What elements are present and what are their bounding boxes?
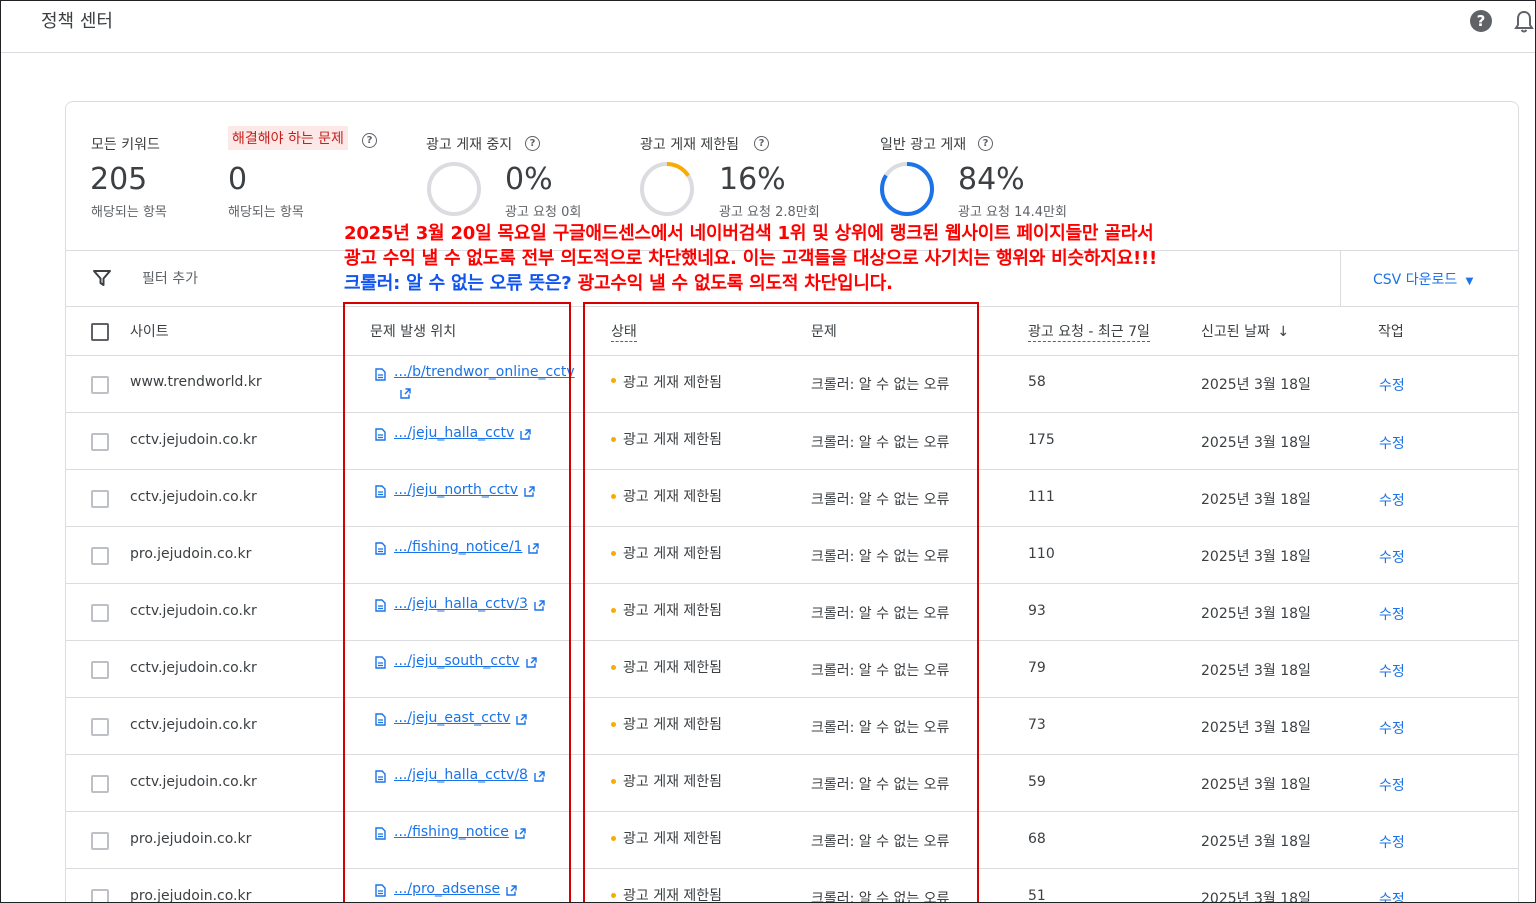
stopped-donut xyxy=(427,162,481,216)
site-cell: cctv.jejudoin.co.kr xyxy=(130,489,257,505)
row-checkbox[interactable] xyxy=(91,775,109,793)
help-icon[interactable]: ? xyxy=(1470,10,1492,32)
requests-cell: 51 xyxy=(1028,888,1046,903)
reported-date-cell: 2025년 3월 18일 xyxy=(1201,834,1311,850)
column-header-action: 작업 xyxy=(1378,324,1404,340)
requests-cell: 58 xyxy=(1028,374,1046,390)
caret-down-icon: ▼ xyxy=(1465,276,1474,287)
help-circle-icon[interactable]: ? xyxy=(978,136,993,151)
highlight-box-location xyxy=(343,302,571,902)
csv-download-label: CSV 다운로드 xyxy=(1373,272,1458,288)
row-checkbox[interactable] xyxy=(91,661,109,679)
help-circle-icon[interactable]: ? xyxy=(362,133,377,148)
requests-cell: 110 xyxy=(1028,546,1055,562)
select-all-checkbox[interactable] xyxy=(91,323,109,341)
limited-sub: 광고 요청 2.8만회 xyxy=(719,205,820,220)
row-checkbox[interactable] xyxy=(91,433,109,451)
reported-date-cell: 2025년 3월 18일 xyxy=(1201,549,1311,565)
reported-date-cell: 2025년 3월 18일 xyxy=(1201,492,1311,508)
fix-link[interactable]: 수정 xyxy=(1379,375,1405,395)
site-cell: pro.jejudoin.co.kr xyxy=(130,888,252,903)
app-frame: 정책 센터 ? 모든 키워드 205 해당되는 항목 해결해야 하는 문제 ? … xyxy=(0,0,1536,903)
site-cell: cctv.jejudoin.co.kr xyxy=(130,774,257,790)
annotation-question: 크롤러: 알 수 없는 오류 뜻은? xyxy=(344,273,572,294)
row-checkbox[interactable] xyxy=(91,376,109,394)
reported-date-cell: 2025년 3월 18일 xyxy=(1201,377,1311,393)
fix-link[interactable]: 수정 xyxy=(1379,775,1405,795)
requests-cell: 73 xyxy=(1028,717,1046,733)
requests-cell: 175 xyxy=(1028,432,1055,448)
requests-cell: 59 xyxy=(1028,774,1046,790)
reported-date-cell: 2025년 3월 18일 xyxy=(1201,777,1311,793)
site-cell: pro.jejudoin.co.kr xyxy=(130,546,252,562)
reported-date-cell: 2025년 3월 18일 xyxy=(1201,891,1311,903)
all-keywords-label: 모든 키워드 xyxy=(91,137,160,153)
fix-link[interactable]: 수정 xyxy=(1379,661,1405,681)
divider xyxy=(1340,250,1341,306)
fix-link[interactable]: 수정 xyxy=(1379,889,1405,902)
annotation-line-3: 크롤러: 알 수 없는 오류 뜻은? 광고수익 낼 수 없도록 의도적 차단입니… xyxy=(344,273,893,295)
filter-icon[interactable] xyxy=(92,269,112,287)
reported-date-cell: 2025년 3월 18일 xyxy=(1201,663,1311,679)
requests-cell: 68 xyxy=(1028,831,1046,847)
issues-sub: 해당되는 항목 xyxy=(228,205,304,220)
annotation-line-2: 광고 수익 낼 수 없도록 전부 의도적으로 차단했네요. 이는 고객들을 대상… xyxy=(344,248,1158,269)
site-cell: www.trendworld.kr xyxy=(130,374,262,390)
all-keywords-sub: 해당되는 항목 xyxy=(91,205,167,220)
limited-donut xyxy=(640,162,694,216)
site-cell: cctv.jejudoin.co.kr xyxy=(130,660,257,676)
limited-percent: 16% xyxy=(719,162,786,197)
site-cell: cctv.jejudoin.co.kr xyxy=(130,603,257,619)
add-filter-button[interactable]: 필터 추가 xyxy=(142,268,198,288)
stopped-sub: 광고 요청 0회 xyxy=(505,205,582,220)
page-title: 정책 센터 xyxy=(41,11,113,32)
reported-date-cell: 2025년 3월 18일 xyxy=(1201,606,1311,622)
row-checkbox[interactable] xyxy=(91,604,109,622)
requests-cell: 93 xyxy=(1028,603,1046,619)
reported-header-label: 신고된 날짜 xyxy=(1201,324,1270,340)
top-bar: 정책 센터 ? xyxy=(1,1,1535,53)
stopped-percent: 0% xyxy=(505,162,553,197)
fix-link[interactable]: 수정 xyxy=(1379,718,1405,738)
fix-link[interactable]: 수정 xyxy=(1379,490,1405,510)
issues-value: 0 xyxy=(228,162,248,197)
csv-download-button[interactable]: CSV 다운로드 ▼ xyxy=(1373,269,1473,289)
site-cell: pro.jejudoin.co.kr xyxy=(130,831,252,847)
row-checkbox[interactable] xyxy=(91,832,109,850)
highlight-box-status-issue xyxy=(583,302,979,902)
normal-donut xyxy=(880,162,934,216)
help-circle-icon[interactable]: ? xyxy=(754,136,769,151)
help-circle-icon[interactable]: ? xyxy=(525,136,540,151)
fix-link[interactable]: 수정 xyxy=(1379,832,1405,852)
normal-label: 일반 광고 게재 xyxy=(880,137,967,153)
limited-label: 광고 게재 제한됨 xyxy=(640,137,740,153)
site-cell: cctv.jejudoin.co.kr xyxy=(130,432,257,448)
stopped-label: 광고 게재 중지 xyxy=(426,137,513,153)
reported-date-cell: 2025년 3월 18일 xyxy=(1201,720,1311,736)
normal-percent: 84% xyxy=(958,162,1025,197)
column-header-site[interactable]: 사이트 xyxy=(130,321,169,341)
site-cell: cctv.jejudoin.co.kr xyxy=(130,717,257,733)
donut-track xyxy=(427,162,481,216)
reported-date-cell: 2025년 3월 18일 xyxy=(1201,435,1311,451)
fix-link[interactable]: 수정 xyxy=(1379,604,1405,624)
all-keywords-value: 205 xyxy=(90,162,148,197)
row-checkbox[interactable] xyxy=(91,547,109,565)
column-header-reported[interactable]: 신고된 날짜 ↓ xyxy=(1201,321,1289,341)
fix-link[interactable]: 수정 xyxy=(1379,547,1405,567)
row-checkbox[interactable] xyxy=(91,490,109,508)
issues-tab[interactable]: 해결해야 하는 문제 xyxy=(228,126,348,150)
row-checkbox[interactable] xyxy=(91,718,109,736)
normal-sub: 광고 요청 14.4만회 xyxy=(958,205,1067,220)
requests-cell: 79 xyxy=(1028,660,1046,676)
row-checkbox[interactable] xyxy=(91,889,109,902)
requests-cell: 111 xyxy=(1028,489,1055,505)
bell-icon[interactable] xyxy=(1513,10,1535,34)
column-header-requests[interactable]: 광고 요청 - 최근 7일 xyxy=(1028,321,1150,342)
arrow-down-icon: ↓ xyxy=(1277,324,1290,340)
annotation-answer: 광고수익 낼 수 없도록 의도적 차단입니다. xyxy=(577,273,893,294)
annotation-line-1: 2025년 3월 20일 목요일 구글애드센스에서 네이버검색 1위 및 상위에… xyxy=(344,223,1154,244)
fix-link[interactable]: 수정 xyxy=(1379,433,1405,453)
